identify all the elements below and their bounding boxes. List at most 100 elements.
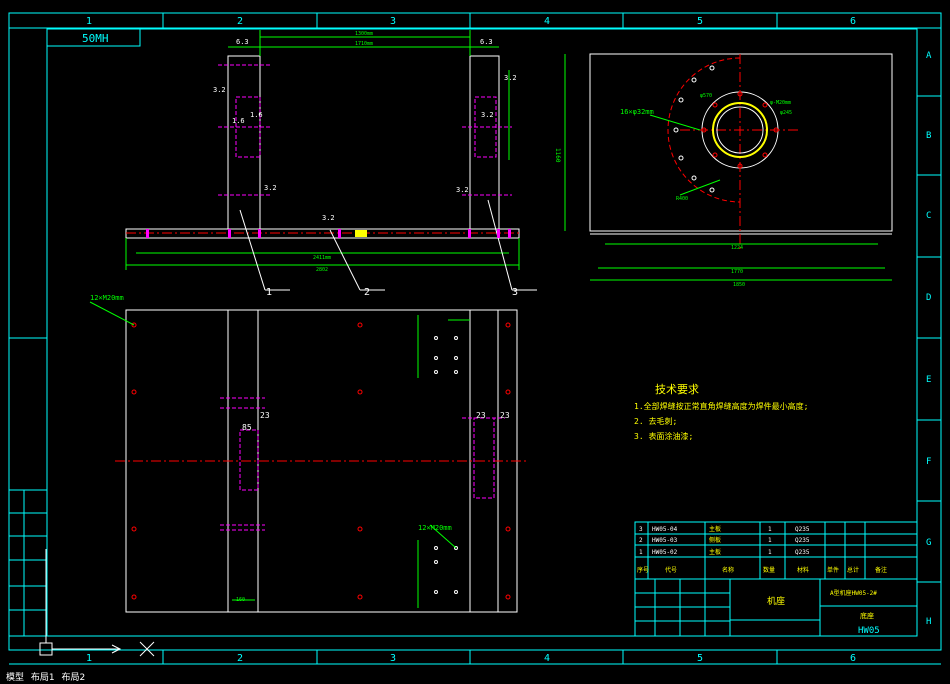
plan-small-holes	[434, 336, 458, 594]
roughness-3: 3.2	[504, 74, 517, 82]
zone-row-E: E	[926, 375, 931, 385]
plan-hole-note-top: 12×M20mm	[90, 294, 124, 302]
drawing-spec: A型机座HW05-2#	[830, 589, 877, 597]
side-dim-1850: 1850	[733, 282, 745, 288]
roughness-5: 1.6	[232, 117, 245, 125]
bom-header-name: 名称	[722, 566, 734, 574]
bom-row-3-no: 1	[639, 549, 643, 556]
zone-col-5-bottom: 5	[697, 653, 703, 664]
zone-strip-right	[917, 95, 941, 583]
balloon-2: 2	[364, 287, 370, 298]
bolt-circle-holes	[673, 65, 715, 193]
plan-dims	[89, 301, 470, 608]
bom-header-code: 代号	[665, 566, 677, 574]
zone-col-3-bottom: 3	[390, 653, 396, 664]
side-dims	[564, 54, 892, 281]
roughness-6: 1.6	[250, 111, 263, 119]
front-view[interactable]: 1300mm 1710mm 2411mm 2802 6.3 6.3 3.2 3.…	[125, 30, 537, 298]
title-block: 机座 A型机座HW05-2# 底座 HW05	[634, 578, 918, 637]
tech-requirements: 技术要求 1.全部焊缝按正常直角焊缝高度为焊件最小高度; 2. 去毛刺; 3. …	[634, 383, 808, 441]
bom-row-1-code: HW05-04	[652, 526, 678, 533]
bom-table: 3 HW05-04 主板 1 Q235 2 HW05-03 侧板 1 Q235 …	[634, 521, 918, 580]
plan-dim-23-left: 23	[260, 411, 270, 420]
zone-row-H: H	[926, 617, 931, 627]
side-dim-570: φ570	[700, 93, 712, 99]
plan-dim-160: 160	[236, 597, 245, 603]
bom-row-2-qty: 1	[768, 537, 772, 544]
zone-strip-bottom	[9, 649, 941, 665]
roughness-10: 3.2	[481, 111, 494, 119]
front-leaders	[239, 199, 537, 291]
side-plate-outline	[589, 53, 893, 232]
bom-row-2-name: 侧板	[709, 536, 721, 544]
zone-row-D: D	[926, 293, 931, 303]
zone-strip-top	[9, 13, 941, 29]
front-weld-highlight	[355, 230, 367, 237]
side-dim-1770: 1770	[731, 269, 743, 275]
zone-row-F: F	[926, 457, 931, 467]
bom-header-qty: 数量	[763, 566, 775, 574]
zone-col-5: 5	[697, 16, 703, 27]
side-dim-1224: 1224	[731, 245, 743, 251]
cad-drawing-canvas[interactable]: 1 2 3 4 5 6 1 2 3 4 5 6 A B C D E F G H …	[0, 0, 950, 672]
drawing-name: 机座	[767, 595, 785, 607]
side-dim-height: 1160	[554, 148, 561, 163]
side-view[interactable]: 1224 1770 1850 1160 16×φ32mm φ570 φ-M20m…	[554, 53, 893, 288]
roughness-8: 3.2	[322, 214, 335, 222]
bom-row-1-material: Q235	[795, 526, 810, 533]
roughness-2: 6.3	[480, 38, 493, 46]
layout-tabs-bar: 模型 布局1 布局2	[0, 672, 950, 684]
tab-model[interactable]: 模型	[6, 673, 24, 683]
tab-layout-1[interactable]: 布局1	[31, 673, 55, 683]
dim-2411: 2411mm	[313, 255, 331, 261]
zone-row-A: A	[926, 51, 932, 61]
plan-dim-23-mid: 23	[476, 411, 486, 420]
bom-row-1-name: 主板	[709, 525, 721, 533]
balloon-3: 3	[512, 287, 518, 298]
tech-title: 技术要求	[655, 383, 699, 396]
bom-header-total: 总计	[847, 566, 859, 574]
zone-col-3: 3	[390, 16, 396, 27]
bom-row-1-qty: 1	[768, 526, 772, 533]
plan-dim-85: 85	[242, 423, 252, 432]
dim-2802: 2802	[316, 267, 328, 273]
bom-header-material: 材料	[797, 566, 809, 574]
side-dim-m20: φ-M20mm	[770, 100, 791, 106]
side-radius: R400	[676, 196, 688, 202]
plan-hole-note-bottom: 12×M20mm	[418, 524, 452, 532]
zone-col-2-bottom: 2	[237, 653, 243, 664]
tech-item-3: 3. 表面涂油漆;	[634, 431, 693, 441]
bom-row-3-qty: 1	[768, 549, 772, 556]
zone-col-6: 6	[850, 16, 856, 27]
front-dims	[125, 30, 520, 270]
bom-header-no: 序号	[637, 566, 649, 574]
bom-row-3-code: HW05-02	[652, 549, 678, 556]
side-dim-245: φ245	[780, 110, 792, 116]
plan-view[interactable]: 12×M20mm 12×M20mm 23 85 23 23 160	[89, 294, 528, 613]
zone-row-G: G	[926, 538, 931, 548]
zone-col-6-bottom: 6	[850, 653, 856, 664]
tech-item-1: 1.全部焊缝按正常直角焊缝高度为焊件最小高度;	[634, 401, 808, 411]
bom-row-2-code: HW05-03	[652, 537, 678, 544]
bom-header-remark: 备注	[875, 566, 887, 574]
zone-col-4: 4	[544, 16, 550, 27]
bom-row-1-no: 3	[639, 526, 643, 533]
drawing-number: HW05	[858, 626, 880, 636]
bom-row-2-material: Q235	[795, 537, 810, 544]
dim-1710: 1710mm	[355, 41, 373, 47]
left-upright	[227, 55, 261, 230]
ucs-icon	[39, 549, 155, 657]
plan-dim-23-right: 23	[500, 411, 510, 420]
tab-layout-2[interactable]: 布局2	[62, 673, 86, 683]
bom-row-3-material: Q235	[795, 549, 810, 556]
zone-col-2: 2	[237, 16, 243, 27]
right-upright	[469, 55, 500, 230]
bom-row-2-no: 2	[639, 537, 643, 544]
roughness-7: 3.2	[264, 184, 277, 192]
zone-row-B: B	[926, 131, 931, 141]
left-revision-block	[8, 489, 48, 637]
balloon-1: 1	[266, 287, 272, 298]
zone-col-1-bottom: 1	[86, 653, 92, 664]
tech-item-2: 2. 去毛刺;	[634, 416, 677, 426]
side-hole-note: 16×φ32mm	[620, 108, 654, 116]
